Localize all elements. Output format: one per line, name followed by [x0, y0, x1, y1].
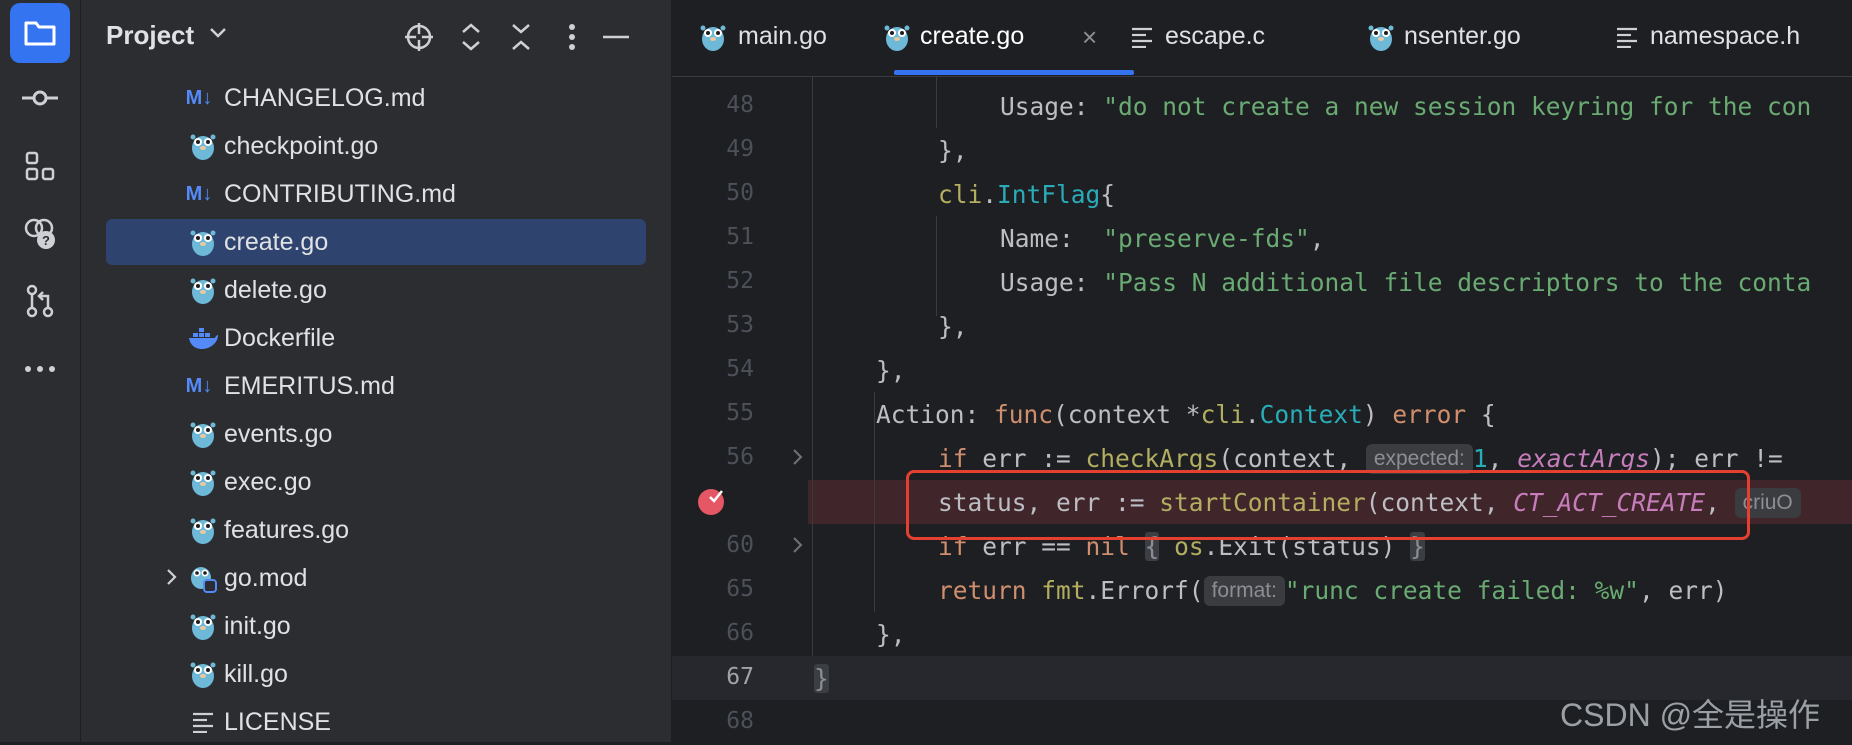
tree-item[interactable]: M↓ CHANGELOG.md: [106, 75, 646, 121]
parameter-hint: format:: [1203, 576, 1285, 606]
tree-item-label: CONTRIBUTING.md: [224, 180, 456, 208]
go-file-icon: [698, 22, 728, 52]
tree-item-label: go.mod: [224, 564, 308, 592]
project-icon[interactable]: [10, 3, 70, 63]
options-icon[interactable]: [553, 18, 591, 56]
text-file-icon: [1127, 22, 1157, 52]
go-file-icon: [188, 515, 218, 545]
more-icon[interactable]: [10, 339, 70, 399]
tree-item-label: EMERITUS.md: [224, 372, 395, 400]
code-line-54[interactable]: },: [672, 348, 1852, 392]
commit-icon[interactable]: [10, 68, 70, 128]
go-file-icon: [1366, 22, 1396, 52]
code-line-52[interactable]: Usage: "Pass N additional file descripto…: [672, 260, 1852, 304]
tree-item[interactable]: delete.go: [106, 267, 646, 313]
close-icon[interactable]: ×: [1082, 22, 1097, 53]
project-panel: Project M↓ CHANGELOG.md checkpoint.go M↓ CON…: [81, 0, 672, 742]
tab-escape-c[interactable]: escape.c: [1127, 0, 1367, 76]
markdown-icon: M↓: [185, 86, 213, 109]
tab-label: main.go: [738, 22, 827, 50]
go-file-icon: [188, 467, 218, 497]
editor: main.go create.go × escape.c nsenter.go …: [672, 0, 1852, 742]
go-module-icon: [188, 563, 218, 593]
code-line-55[interactable]: Action: func(context *cli.Context) error…: [672, 392, 1852, 436]
tree-item[interactable]: M↓ EMERITUS.md: [106, 363, 646, 409]
code-line-66[interactable]: },: [672, 612, 1852, 656]
svg-text:?: ?: [42, 233, 50, 248]
docker-icon: [188, 323, 218, 353]
tree-item-label: init.go: [224, 612, 291, 640]
annotation-highlight-box: [906, 470, 1750, 540]
tree-item-label: Dockerfile: [224, 324, 336, 352]
code-line-48[interactable]: Usage: "do not create a new session keyr…: [672, 84, 1852, 128]
tab-nsenter-go[interactable]: nsenter.go: [1366, 0, 1606, 76]
tree-item[interactable]: checkpoint.go: [106, 123, 646, 169]
tree-item[interactable]: init.go: [106, 603, 646, 649]
tree-item-label: CHANGELOG.md: [224, 84, 426, 112]
tree-item[interactable]: events.go: [106, 411, 646, 457]
tree-item-label: checkpoint.go: [224, 132, 379, 160]
tree-item[interactable]: Dockerfile: [106, 315, 646, 361]
tree-item-label: delete.go: [224, 276, 327, 304]
go-file-icon: [188, 659, 218, 689]
tab-main-go[interactable]: main.go: [672, 0, 882, 76]
services-icon[interactable]: ?: [10, 203, 70, 263]
go-file-icon: [188, 611, 218, 641]
line-number: 68: [726, 708, 754, 734]
tree-item[interactable]: kill.go: [106, 651, 646, 697]
tree-item-label: LICENSE: [224, 708, 331, 736]
code-line-49[interactable]: },: [672, 128, 1852, 172]
watermark: CSDN @全是操作: [1560, 697, 1821, 733]
tab-label: nsenter.go: [1404, 22, 1521, 50]
project-title[interactable]: Project: [106, 20, 194, 51]
text-file-icon: [1612, 22, 1642, 52]
go-file-icon: [188, 131, 218, 161]
code-line-65[interactable]: return fmt.Errorf(format: "runc create fa…: [672, 568, 1852, 612]
chevron-down-icon[interactable]: [209, 26, 227, 44]
structure-icon[interactable]: [10, 136, 70, 196]
tree-item-label: create.go: [224, 228, 329, 256]
collapse-all-icon[interactable]: [502, 18, 540, 56]
project-panel-header: Project: [81, 0, 671, 74]
go-file-icon: [882, 22, 912, 52]
code-line-53[interactable]: },: [672, 304, 1852, 348]
code-line-51[interactable]: Name: "preserve-fds",: [672, 216, 1852, 260]
tree-item-label: kill.go: [224, 660, 288, 688]
go-file-icon: [188, 227, 218, 257]
tab-create-go[interactable]: create.go ×: [882, 0, 1142, 76]
tool-window-stripe: ?: [0, 0, 81, 742]
markdown-icon: M↓: [185, 374, 213, 397]
tab-namespace-h[interactable]: namespace.h: [1612, 0, 1852, 76]
code-line-50[interactable]: cli.IntFlag{: [672, 172, 1852, 216]
pull-requests-icon[interactable]: [10, 271, 70, 331]
tab-label: escape.c: [1165, 22, 1266, 50]
tree-item[interactable]: LICENSE: [106, 699, 646, 745]
active-tab-indicator: [894, 70, 1134, 75]
go-file-icon: [188, 419, 218, 449]
tree-item[interactable]: go.mod: [106, 555, 646, 601]
tree-item[interactable]: M↓ CONTRIBUTING.md: [106, 171, 646, 217]
tree-item-label: features.go: [224, 516, 350, 544]
locate-file-icon[interactable]: [400, 18, 438, 56]
tree-item-label: events.go: [224, 420, 333, 448]
expand-all-icon[interactable]: [452, 18, 490, 56]
go-file-icon: [188, 275, 218, 305]
chevron-right-icon[interactable]: [166, 567, 178, 592]
text-file-icon: [188, 707, 218, 737]
markdown-icon: M↓: [185, 182, 213, 205]
matched-brace: }: [814, 664, 829, 693]
hide-icon[interactable]: [597, 18, 635, 56]
tree-item[interactable]: create.go: [106, 219, 646, 265]
tree-item-label: exec.go: [224, 468, 312, 496]
tree-item[interactable]: exec.go: [106, 459, 646, 505]
tree-item[interactable]: features.go: [106, 507, 646, 553]
editor-tab-bar: main.go create.go × escape.c nsenter.go …: [672, 0, 1852, 77]
tab-label: create.go: [920, 22, 1025, 50]
tab-label: namespace.h: [1650, 22, 1801, 50]
